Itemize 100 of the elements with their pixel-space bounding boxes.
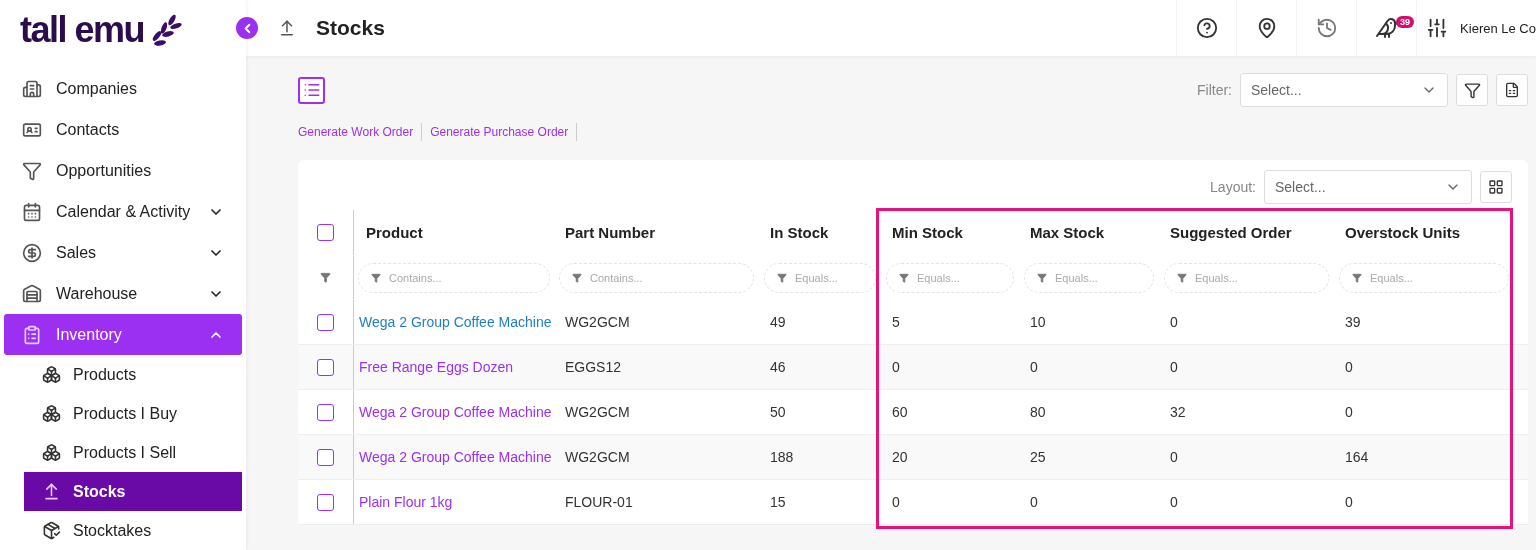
funnel-icon (22, 160, 42, 181)
select-all-checkbox[interactable] (317, 224, 334, 241)
list-view-button[interactable] (298, 76, 325, 104)
dollar-icon (22, 242, 42, 263)
spreadsheet-file-icon (1504, 82, 1520, 98)
filter-icon (572, 272, 582, 283)
sidebar-subitem[interactable]: Products I Sell (24, 433, 242, 472)
table-cell: 25 (1030, 449, 1046, 465)
table-cell: 0 (1170, 449, 1178, 465)
filter-icon (1352, 272, 1362, 283)
sidebar-subitem[interactable]: Products (24, 355, 242, 394)
filter-icon (1177, 272, 1187, 283)
table-cell: 0 (1030, 494, 1038, 510)
history-icon (1315, 17, 1338, 39)
collapse-sidebar-button[interactable] (236, 17, 258, 39)
sidebar-item[interactable]: Calendar & Activity (4, 191, 242, 232)
layout-select[interactable]: Select... (1264, 170, 1472, 204)
bird-icon (1374, 16, 1399, 40)
table-cell: 0 (892, 494, 900, 510)
table-cell: WG2GCM (565, 449, 630, 465)
package-check-icon (42, 521, 61, 540)
table-cell: 188 (770, 449, 794, 465)
row-checkbox[interactable] (317, 403, 334, 421)
table-cell: 32 (1170, 404, 1186, 420)
table-cell: 80 (1030, 404, 1046, 420)
sidebar-subitem[interactable]: Stocktakes (24, 511, 242, 550)
layout-label: Layout: (1210, 179, 1256, 195)
sidebar-item[interactable]: Opportunities (4, 150, 242, 191)
row-checkbox[interactable] (317, 358, 334, 376)
table-cell: 0 (1170, 314, 1178, 330)
table-cell: 0 (1345, 494, 1353, 510)
row-checkbox[interactable] (317, 493, 334, 511)
table-cell: 5 (892, 314, 900, 330)
filter-icon (1037, 272, 1047, 283)
table-cell: EGGS12 (565, 359, 622, 375)
table-cell: WG2GCM (565, 314, 630, 330)
row-checkbox[interactable] (317, 313, 334, 331)
sidebar-item[interactable]: Contacts (4, 109, 242, 150)
action-link[interactable]: Generate Purchase Order (430, 123, 578, 141)
table-cell: 49 (770, 314, 786, 330)
table-cell: 0 (1170, 359, 1178, 375)
page-icon (278, 19, 296, 37)
page-title: Stocks (316, 16, 386, 40)
calendar-icon (22, 201, 42, 222)
grid-icon (1488, 179, 1504, 195)
user-name[interactable]: Kieren Le Co (1460, 20, 1536, 36)
warehouse-icon (22, 283, 42, 304)
table-cell: 46 (770, 359, 786, 375)
column-header[interactable]: Part Number (565, 224, 656, 241)
table-cell: 20 (892, 449, 908, 465)
table-cell: FLOUR-01 (565, 494, 633, 510)
table-cell: 0 (1030, 359, 1038, 375)
filter-icon (1463, 81, 1481, 99)
filter-select[interactable]: Select... (1240, 73, 1448, 107)
export-excel-button[interactable] (1496, 74, 1528, 106)
column-header[interactable]: Min Stock (892, 224, 963, 241)
sidebar-item[interactable]: Inventory (4, 314, 242, 355)
filter-label: Filter: (1197, 82, 1232, 98)
sidebar-item[interactable]: Sales (4, 232, 242, 273)
product-link[interactable]: Wega 2 Group Coffee Machine (359, 449, 552, 465)
product-link[interactable]: Plain Flour 1kg (359, 494, 453, 510)
layout-grid-button[interactable] (1480, 171, 1512, 203)
sidebar-item[interactable]: Warehouse (4, 273, 242, 314)
boxes-icon (42, 404, 61, 423)
settings-icon (1425, 17, 1448, 39)
column-header[interactable]: In Stock (770, 224, 829, 241)
brand-logo: tall emu (20, 9, 145, 51)
filter-icon (371, 272, 381, 283)
table-cell: 60 (892, 404, 908, 420)
clipboard-list-icon (22, 324, 42, 345)
column-header[interactable]: Overstock Units (1345, 224, 1461, 241)
filter-icon (777, 272, 787, 283)
sidebar-item[interactable]: Companies (4, 68, 242, 109)
product-link[interactable]: Wega 2 Group Coffee Machine (359, 314, 552, 330)
column-header[interactable]: Product (366, 224, 423, 241)
table-cell: 0 (1170, 494, 1178, 510)
row-checkbox[interactable] (317, 448, 334, 466)
filter-icon (899, 272, 909, 283)
boxes-icon (42, 365, 61, 384)
product-link[interactable]: Wega 2 Group Coffee Machine (359, 404, 552, 420)
filter-icon (320, 272, 331, 283)
column-header[interactable]: Suggested Order (1170, 224, 1292, 241)
table-cell: 39 (1345, 314, 1361, 330)
sidebar-subitem[interactable]: Stocks (24, 472, 242, 511)
notification-badge: 39 (1396, 16, 1415, 28)
table-cell: 0 (892, 359, 900, 375)
table-cell: 10 (1030, 314, 1046, 330)
notifications-button[interactable]: 39 (1356, 0, 1417, 56)
filter-button[interactable] (1456, 74, 1488, 106)
sidebar-subitem[interactable]: Products I Buy (24, 394, 242, 433)
table-cell: 50 (770, 404, 786, 420)
table-cell: 15 (770, 494, 786, 510)
table-cell: 164 (1345, 449, 1369, 465)
table-cell: 0 (1345, 404, 1353, 420)
product-link[interactable]: Free Range Eggs Dozen (359, 359, 514, 375)
action-link[interactable]: Generate Work Order (298, 123, 423, 141)
help-icon (1195, 17, 1218, 39)
table-cell: 0 (1345, 359, 1353, 375)
column-header[interactable]: Max Stock (1030, 224, 1105, 241)
boxes-icon (42, 443, 61, 462)
